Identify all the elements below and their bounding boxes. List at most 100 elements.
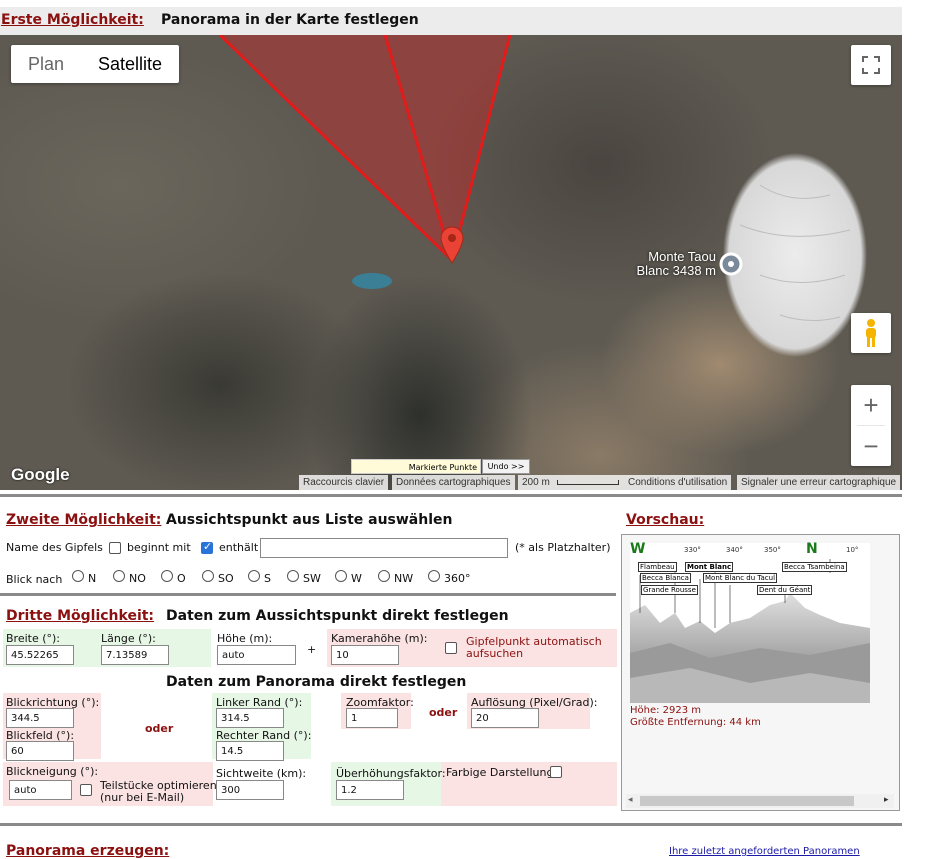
map-view[interactable]: Monte Taou Blanc 3438 m Plan Satellite +… — [0, 35, 902, 490]
view-direction-input[interactable]: 344.5 — [6, 708, 74, 728]
direction-label-w: W — [351, 572, 362, 585]
visibility-input[interactable]: 300 — [216, 780, 284, 800]
visibility-label: Sichtweite (km): — [216, 767, 307, 780]
begins-with-checkbox[interactable] — [109, 542, 121, 554]
color-output-label: Farbige Darstellung: — [446, 766, 558, 779]
scroll-right-icon[interactable]: ▸ — [884, 795, 889, 805]
terms-link[interactable]: Conditions d'utilisation — [624, 475, 732, 490]
direction-label-no: NO — [129, 572, 146, 585]
peak-marker-icon[interactable] — [719, 252, 743, 276]
report-error-link[interactable]: Signaler une erreur cartographique — [737, 475, 901, 490]
color-output-checkbox[interactable] — [550, 766, 562, 778]
direction-label-o: O — [177, 572, 186, 585]
direction-radio-o[interactable] — [161, 570, 173, 582]
oder-label-2: oder — [429, 706, 458, 719]
direction-radio-no[interactable] — [113, 570, 125, 582]
pegman-button[interactable] — [851, 313, 891, 353]
marked-points-label: Markierte Punkte — [351, 459, 481, 474]
section1-header: Erste Möglichkeit: Panorama in der Karte… — [0, 7, 902, 36]
preview-compass: W 330° 340° 350° N 10° — [630, 541, 870, 557]
peak-search-input[interactable] — [260, 538, 508, 558]
tick-10: 10° — [846, 546, 859, 554]
direction-label-n: N — [88, 572, 97, 585]
section2-label: Zweite Möglichkeit: — [6, 512, 162, 528]
direction-radio-360[interactable] — [428, 570, 440, 582]
exaggeration-input[interactable]: 1.2 — [336, 780, 404, 800]
fullscreen-button[interactable] — [851, 45, 891, 85]
peak-tag-becca-blanca: Becca Blanca — [640, 573, 691, 583]
right-edge-input[interactable]: 14.5 — [216, 741, 284, 761]
tick-340: 340° — [726, 546, 743, 554]
section1-title: Panorama in der Karte festlegen — [161, 12, 419, 28]
peak-tag-mont-blanc-du-tacul: Mont Blanc du Tacul — [703, 573, 778, 583]
direction-label-sw: SW — [303, 572, 321, 585]
height-input[interactable]: auto — [217, 645, 296, 665]
direction-radio-so[interactable] — [202, 570, 214, 582]
camera-height-input[interactable]: 10 — [331, 645, 399, 665]
divider-1 — [0, 494, 902, 497]
direction-radio-n[interactable] — [72, 570, 84, 582]
preview-scrollbar[interactable]: ◂ ▸ — [626, 794, 894, 808]
begins-with-label: beginnt mit — [127, 541, 191, 554]
optimize-checkbox[interactable] — [80, 784, 92, 796]
lon-input[interactable]: 7.13589 — [101, 645, 169, 665]
lat-input[interactable]: 45.52265 — [6, 645, 74, 665]
tick-350: 350° — [764, 546, 781, 554]
preview-height: Höhe: 2923 m — [630, 705, 702, 716]
lon-label: Länge (°): — [101, 632, 156, 645]
section3-label: Dritte Möglichkeit: — [6, 608, 155, 624]
camera-height-label: Kamerahöhe (m): — [331, 632, 428, 645]
preview-panel: W 330° 340° 350° N 10° Flambeau Mont Bla… — [621, 534, 900, 811]
recent-panoramas-link[interactable]: Ihre zuletzt angeforderten Panoramen — [669, 846, 860, 857]
zoom-factor-input[interactable]: 1 — [346, 708, 398, 728]
zoom-out-button[interactable]: − — [851, 426, 891, 466]
undo-button[interactable]: Undo >> — [482, 459, 530, 474]
location-pin-icon[interactable] — [439, 226, 465, 264]
map-type-plan-button[interactable]: Plan — [11, 45, 81, 83]
direction-radio-sw[interactable] — [287, 570, 299, 582]
divider-2 — [0, 593, 616, 596]
direction-label-s: S — [264, 572, 271, 585]
exaggeration-label: Überhöhungsfaktor: — [336, 767, 446, 780]
direction-radio-w[interactable] — [335, 570, 347, 582]
zoom-control: + − — [851, 385, 891, 466]
scale-bar: 200 m — [518, 475, 624, 490]
look-direction-label: Blick nach — [6, 573, 63, 586]
contains-checkbox[interactable] — [201, 540, 213, 554]
auto-peak-checkbox[interactable] — [445, 642, 457, 654]
map-type-toggle: Plan Satellite — [11, 45, 180, 83]
google-logo: Google — [11, 465, 70, 484]
keyboard-shortcuts-link[interactable]: Raccourcis clavier — [299, 475, 389, 490]
direction-radio-s[interactable] — [248, 570, 260, 582]
panorama-data-title: Daten zum Panorama direkt festlegen — [166, 674, 467, 690]
scroll-left-icon[interactable]: ◂ — [628, 795, 633, 805]
pegman-icon — [866, 319, 876, 347]
tilt-input[interactable]: auto — [9, 780, 72, 800]
left-edge-input[interactable]: 314.5 — [216, 708, 284, 728]
peak-tag-becca-tsambeina: Becca Tsambeina — [782, 562, 847, 572]
oder-label-1: oder — [145, 722, 174, 735]
map-type-satellite-button[interactable]: Satellite — [81, 45, 179, 83]
scale-bar-line — [556, 479, 619, 485]
section4-label: Panorama erzeugen: — [6, 843, 170, 859]
lat-label: Breite (°): — [6, 632, 61, 645]
auto-peak-label: Gipfelpunkt automatisch aufsuchen — [466, 635, 602, 660]
resolution-input[interactable]: 20 — [471, 708, 539, 728]
peak-tag-dent-du-geant: Dent du Géant — [757, 585, 813, 595]
section3-title: Daten zum Aussichtspunkt direkt festlege… — [166, 608, 509, 624]
direction-radio-nw[interactable] — [378, 570, 390, 582]
direction-label-so: SO — [218, 572, 234, 585]
scrollbar-thumb[interactable] — [640, 796, 854, 806]
zoom-in-button[interactable]: + — [851, 385, 891, 425]
wildcard-hint: (* als Platzhalter) — [515, 541, 611, 554]
direction-label-nw: NW — [394, 572, 414, 585]
peak-tag-mont-blanc: Mont Blanc — [685, 562, 734, 572]
preview-distance: Größte Entfernung: 44 km — [630, 717, 761, 728]
tilt-label: Blickneigung (°): — [6, 765, 99, 778]
field-of-view-input[interactable]: 60 — [6, 741, 74, 761]
tick-330: 330° — [684, 546, 701, 554]
map-data-link[interactable]: Données cartographiques — [392, 475, 515, 490]
peak-label-line2: Blanc 3438 m — [636, 263, 717, 278]
lake — [352, 273, 392, 289]
peak-tag-grande-rousse: Grande Rousse — [641, 585, 698, 595]
